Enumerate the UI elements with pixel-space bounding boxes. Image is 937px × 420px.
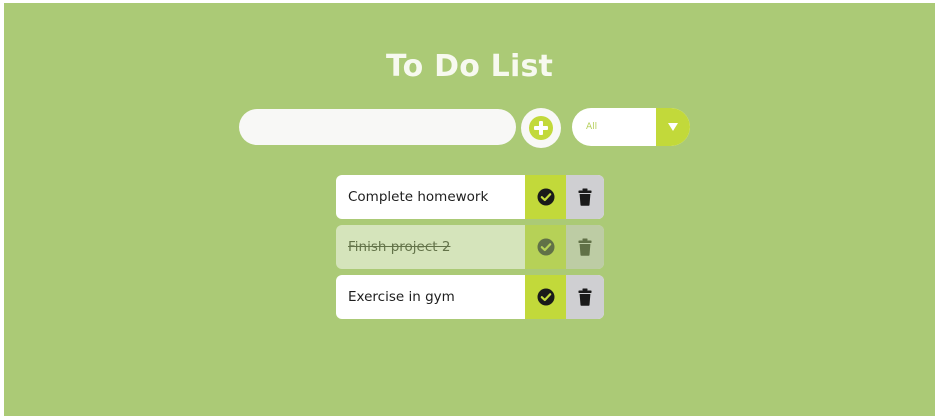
complete-button[interactable] [525, 275, 566, 319]
page-title: To Do List [385, 49, 554, 85]
todo-item: Finish project 2 [336, 225, 604, 269]
todo-item: Complete homework [336, 175, 604, 219]
check-circle-icon [537, 288, 554, 306]
caret-down-icon [668, 123, 678, 131]
complete-button[interactable] [525, 175, 566, 219]
delete-button[interactable] [566, 175, 604, 219]
todo-input[interactable] [239, 109, 516, 145]
filter-dropdown-button[interactable] [656, 108, 690, 146]
filter-select[interactable]: All [572, 108, 690, 146]
complete-button[interactable] [525, 225, 566, 269]
check-circle-icon [537, 238, 554, 256]
trash-icon [578, 188, 592, 206]
delete-button[interactable] [566, 275, 604, 319]
check-circle-icon [537, 188, 554, 206]
add-todo-button[interactable] [521, 108, 561, 148]
filter-selected-value: All [586, 122, 598, 132]
todo-list: Complete homework Finish project 2 Exerc… [336, 175, 604, 325]
delete-button[interactable] [566, 225, 604, 269]
plus-circle-icon [529, 116, 553, 140]
todo-text: Exercise in gym [348, 289, 455, 305]
todo-text: Complete homework [348, 189, 489, 205]
todo-item: Exercise in gym [336, 275, 604, 319]
trash-icon [578, 238, 592, 256]
todo-text: Finish project 2 [348, 239, 451, 255]
trash-icon [578, 288, 592, 306]
app-canvas: To Do List All Complete homework Finish … [4, 3, 935, 416]
